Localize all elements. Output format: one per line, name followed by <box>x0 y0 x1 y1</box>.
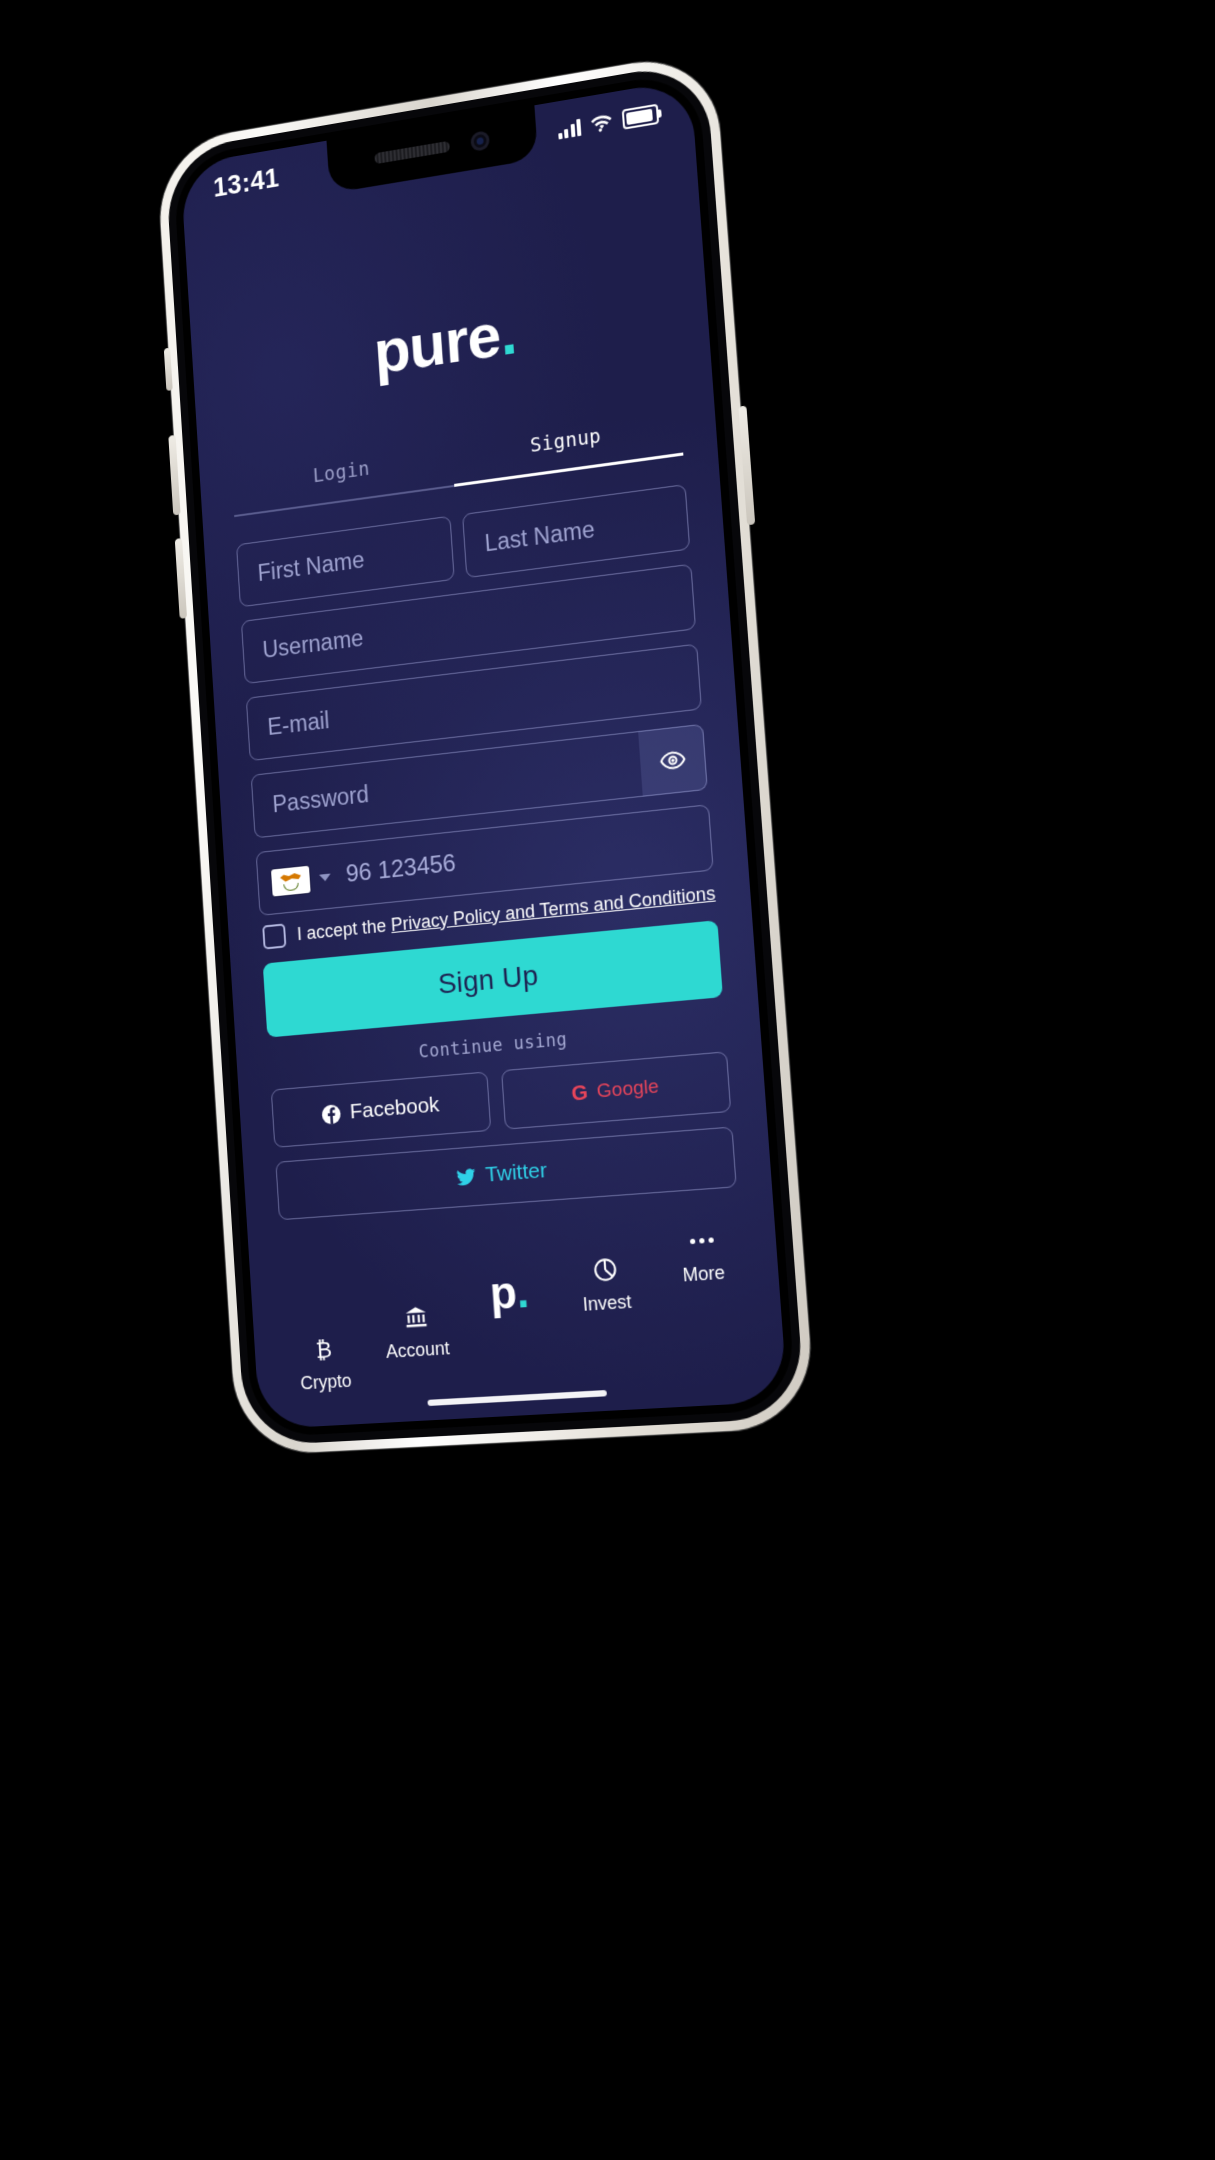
google-g-icon: G <box>570 1080 589 1106</box>
app-logo-dot: . <box>497 297 519 370</box>
nav-item-account[interactable]: Account <box>370 1299 464 1364</box>
nav-label-more: More <box>681 1261 726 1286</box>
app-logo-text: pure <box>371 300 503 388</box>
nav-item-invest[interactable]: Invest <box>557 1251 654 1317</box>
battery-icon <box>621 103 660 130</box>
bottom-navigation: ₿ Crypto Account p. Invest More <box>249 1224 788 1430</box>
accept-prefix-text: I accept the <box>296 914 392 944</box>
nav-item-home[interactable]: p. <box>462 1262 557 1320</box>
status-bar-indicators <box>557 103 660 141</box>
screenshot-stage: 13:41 pure. Login Signup First Name Last… <box>0 0 1215 2160</box>
app-logo: pure. <box>223 278 675 407</box>
home-indicator[interactable] <box>427 1389 608 1407</box>
eye-icon[interactable] <box>638 723 708 797</box>
twitter-bird-icon <box>456 1167 477 1186</box>
wifi-icon <box>590 114 612 133</box>
facebook-login-button[interactable]: Facebook <box>270 1071 492 1148</box>
signal-bars-icon <box>557 118 582 140</box>
pure-p-logo: p. <box>488 1266 531 1320</box>
auth-tabs: Login Signup <box>231 413 684 518</box>
accept-terms-checkbox[interactable] <box>262 923 287 950</box>
svg-text:₿: ₿ <box>315 1336 333 1363</box>
facebook-label: Facebook <box>349 1092 441 1124</box>
tab-login[interactable]: Login <box>231 446 455 518</box>
eye-icon-glyph <box>658 746 686 776</box>
signup-form: First Name Last Name Username E-mail Pas… <box>236 484 737 1221</box>
nav-label-crypto: Crypto <box>299 1370 353 1394</box>
phone-device: 13:41 pure. Login Signup First Name Last… <box>155 49 817 1456</box>
last-name-input[interactable]: Last Name <box>462 484 691 579</box>
bitcoin-icon-glyph: ₿ <box>315 1336 333 1363</box>
facebook-icon <box>321 1103 341 1125</box>
bitcoin-icon: ₿ <box>310 1333 337 1365</box>
twitter-label: Twitter <box>484 1158 548 1187</box>
tab-signup[interactable]: Signup <box>451 413 684 487</box>
chevron-down-icon[interactable] <box>319 873 331 882</box>
status-bar-clock: 13:41 <box>212 162 280 203</box>
first-name-input[interactable]: First Name <box>236 515 455 608</box>
pie-chart-icon-glyph <box>591 1255 619 1284</box>
nav-item-crypto[interactable]: ₿ Crypto <box>279 1331 371 1395</box>
phone-perspective-wrapper: 13:41 pure. Login Signup First Name Last… <box>0 0 1215 2160</box>
nav-label-invest: Invest <box>582 1291 633 1315</box>
cyprus-flag-icon <box>270 865 311 897</box>
google-label: Google <box>596 1075 660 1103</box>
bank-icon-glyph <box>404 1306 427 1328</box>
phone-input[interactable]: 96 123456 <box>345 849 457 889</box>
nav-label-account: Account <box>385 1337 451 1363</box>
pie-chart-icon <box>591 1253 619 1286</box>
ellipsis-icon <box>688 1224 714 1257</box>
bank-icon <box>402 1301 429 1333</box>
flag-olive-branches <box>283 882 299 892</box>
nav-item-more[interactable]: More <box>653 1221 752 1288</box>
